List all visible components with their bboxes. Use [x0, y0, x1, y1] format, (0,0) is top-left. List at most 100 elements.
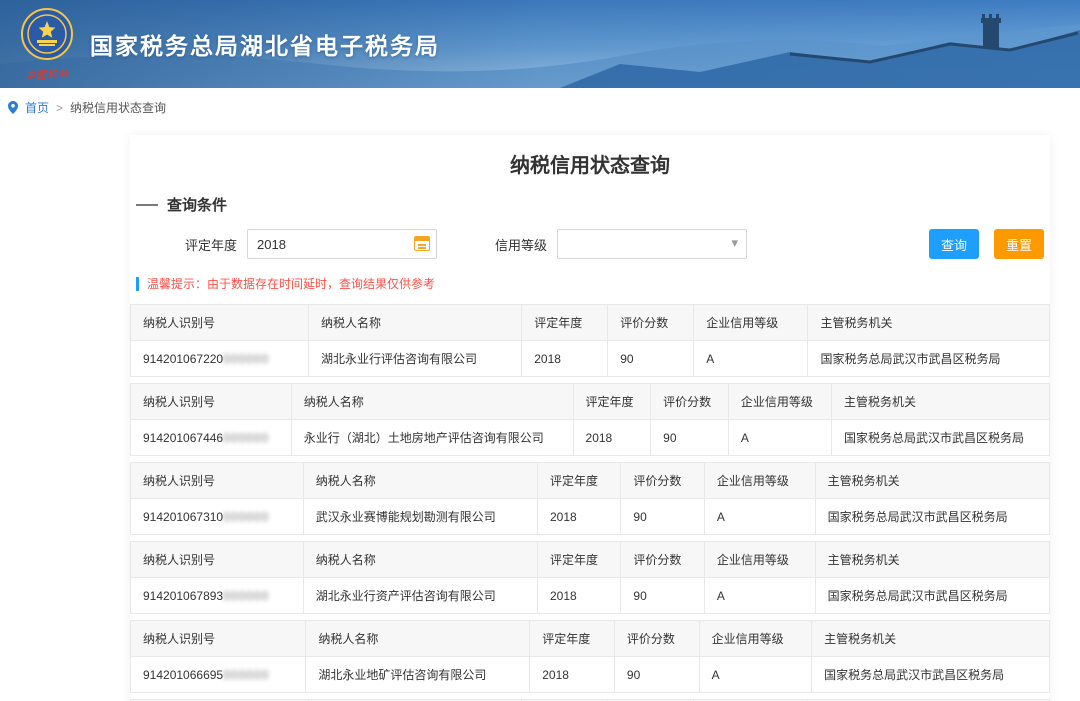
credit-record-group: 纳税人识别号 纳税人名称 评定年度 评价分数 企业信用等级 主管税务机关 914… [130, 541, 1050, 614]
masked-digits: 000000 [223, 668, 269, 682]
tip-accent-bar [136, 277, 139, 291]
col-taxpayer-id: 纳税人识别号 [131, 384, 292, 420]
col-authority: 主管税务机关 [808, 305, 1050, 341]
cell-year: 2018 [537, 499, 620, 535]
col-taxpayer-id: 纳税人识别号 [131, 305, 309, 341]
section-dash [136, 204, 158, 206]
cell-taxpayer-name: 武汉永业赛博能规划勘测有限公司 [303, 499, 537, 535]
col-taxpayer-name: 纳税人名称 [303, 463, 537, 499]
cell-taxpayer-name: 永业行（湖北）土地房地产评估咨询有限公司 [291, 420, 573, 456]
col-year: 评定年度 [530, 621, 615, 657]
col-score: 评价分数 [621, 463, 704, 499]
col-year: 评定年度 [522, 305, 608, 341]
col-taxpayer-id: 纳税人识别号 [131, 542, 304, 578]
cell-taxpayer-id: 914201067446000000 [131, 420, 292, 456]
year-input[interactable] [247, 229, 437, 259]
cell-score: 90 [608, 341, 694, 377]
cell-taxpayer-id: 914201066695000000 [131, 657, 306, 693]
col-taxpayer-id: 纳税人识别号 [131, 463, 304, 499]
cell-grade: A [699, 657, 812, 693]
chevron-down-icon: ▾ [732, 235, 739, 251]
cell-authority: 国家税务总局武汉市武昌区税务局 [831, 420, 1049, 456]
col-taxpayer-name: 纳税人名称 [306, 621, 530, 657]
col-authority: 主管税务机关 [831, 384, 1049, 420]
section-query-conditions: 查询条件 [136, 194, 1050, 215]
col-grade: 企业信用等级 [699, 621, 812, 657]
cell-taxpayer-name: 湖北永业行评估咨询有限公司 [309, 341, 522, 377]
col-grade: 企业信用等级 [704, 463, 815, 499]
credit-level-select[interactable]: ▾ [557, 229, 747, 259]
query-button[interactable]: 查询 [929, 229, 979, 259]
cell-score: 90 [614, 657, 699, 693]
section-title: 查询条件 [167, 194, 227, 215]
credit-level-label: 信用等级 [495, 235, 547, 254]
national-emblem-icon [21, 8, 73, 60]
masked-digits: 000000 [223, 431, 269, 445]
cell-authority: 国家税务总局武汉市武昌区税务局 [808, 341, 1050, 377]
col-score: 评价分数 [614, 621, 699, 657]
cell-year: 2018 [537, 578, 620, 614]
tax-bureau-logo: 中国税务 [14, 8, 80, 81]
query-form: 评定年度 信用等级 ▾ 查询 重置 [185, 229, 1044, 259]
masked-digits: 000000 [223, 510, 269, 524]
form-buttons: 查询 重置 [929, 229, 1044, 259]
masked-digits: 000000 [223, 589, 269, 603]
col-score: 评价分数 [651, 384, 729, 420]
table-header-row: 纳税人识别号 纳税人名称 评定年度 评价分数 企业信用等级 主管税务机关 [131, 621, 1050, 657]
col-score: 评价分数 [621, 542, 704, 578]
credit-record-group: 纳税人识别号 纳税人名称 评定年度 评价分数 企业信用等级 主管税务机关 914… [130, 304, 1050, 377]
credit-record-group: 纳税人识别号 纳税人名称 评定年度 评价分数 企业信用等级 主管税务机关 914… [130, 383, 1050, 456]
cell-score: 90 [621, 499, 704, 535]
cell-grade: A [704, 499, 815, 535]
col-year: 评定年度 [537, 463, 620, 499]
col-year: 评定年度 [537, 542, 620, 578]
breadcrumb-separator: > [56, 101, 63, 115]
cell-authority: 国家税务总局武汉市武昌区税务局 [812, 657, 1050, 693]
cell-score: 90 [621, 578, 704, 614]
cell-taxpayer-id: 914201067310000000 [131, 499, 304, 535]
col-taxpayer-id: 纳税人识别号 [131, 621, 306, 657]
cell-authority: 国家税务总局武汉市武昌区税务局 [815, 499, 1049, 535]
calendar-icon[interactable] [414, 236, 430, 251]
cell-year: 2018 [530, 657, 615, 693]
logo-caption: 中国税务 [14, 63, 81, 83]
table-row: 914201067893000000 湖北永业行资产评估咨询有限公司 2018 … [131, 578, 1050, 614]
cell-grade: A [694, 341, 808, 377]
app-header: 中国税务 国家税务总局湖北省电子税务局 [0, 0, 1080, 88]
table-header-row: 纳税人识别号 纳税人名称 评定年度 评价分数 企业信用等级 主管税务机关 [131, 384, 1050, 420]
page-title: 纳税信用状态查询 [130, 149, 1050, 178]
cell-taxpayer-id: 914201067220000000 [131, 341, 309, 377]
cell-score: 90 [651, 420, 729, 456]
table-row: 914201067310000000 武汉永业赛博能规划勘测有限公司 2018 … [131, 499, 1050, 535]
tip-text: 温馨提示：由于数据存在时间延时，查询结果仅供参考 [147, 275, 435, 292]
year-input-wrap [247, 229, 437, 259]
table-row: 914201067446000000 永业行（湖北）土地房地产评估咨询有限公司 … [131, 420, 1050, 456]
location-pin-icon [8, 101, 18, 114]
site-title: 国家税务总局湖北省电子税务局 [90, 27, 440, 61]
col-authority: 主管税务机关 [812, 621, 1050, 657]
col-grade: 企业信用等级 [704, 542, 815, 578]
reset-button[interactable]: 重置 [994, 229, 1044, 259]
table-row: 914201066695000000 湖北永业地矿评估咨询有限公司 2018 9… [131, 657, 1050, 693]
table-header-row: 纳税人识别号 纳税人名称 评定年度 评价分数 企业信用等级 主管税务机关 [131, 305, 1050, 341]
credit-record-group: 纳税人识别号 纳税人名称 评定年度 评价分数 企业信用等级 主管税务机关 914… [130, 620, 1050, 693]
col-year: 评定年度 [573, 384, 651, 420]
credit-record-group: 纳税人识别号 纳税人名称 评定年度 评价分数 企业信用等级 主管税务机关 914… [130, 462, 1050, 535]
breadcrumb: 首页 > 纳税信用状态查询 [0, 88, 1080, 127]
col-authority: 主管税务机关 [815, 463, 1049, 499]
masked-digits: 000000 [223, 352, 269, 366]
cell-taxpayer-name: 湖北永业地矿评估咨询有限公司 [306, 657, 530, 693]
col-grade: 企业信用等级 [694, 305, 808, 341]
cell-taxpayer-id: 914201067893000000 [131, 578, 304, 614]
col-grade: 企业信用等级 [728, 384, 831, 420]
year-label: 评定年度 [185, 235, 237, 254]
cell-taxpayer-name: 湖北永业行资产评估咨询有限公司 [303, 578, 537, 614]
warning-tip: 温馨提示：由于数据存在时间延时，查询结果仅供参考 [136, 275, 1050, 292]
content-card: 纳税信用状态查询 查询条件 评定年度 信用等级 ▾ 查询 重置 温馨提示：由于数… [130, 135, 1050, 701]
table-header-row: 纳税人识别号 纳税人名称 评定年度 评价分数 企业信用等级 主管税务机关 [131, 542, 1050, 578]
cell-grade: A [728, 420, 831, 456]
cell-year: 2018 [573, 420, 651, 456]
col-taxpayer-name: 纳税人名称 [309, 305, 522, 341]
cell-grade: A [704, 578, 815, 614]
breadcrumb-home-link[interactable]: 首页 [25, 99, 49, 116]
